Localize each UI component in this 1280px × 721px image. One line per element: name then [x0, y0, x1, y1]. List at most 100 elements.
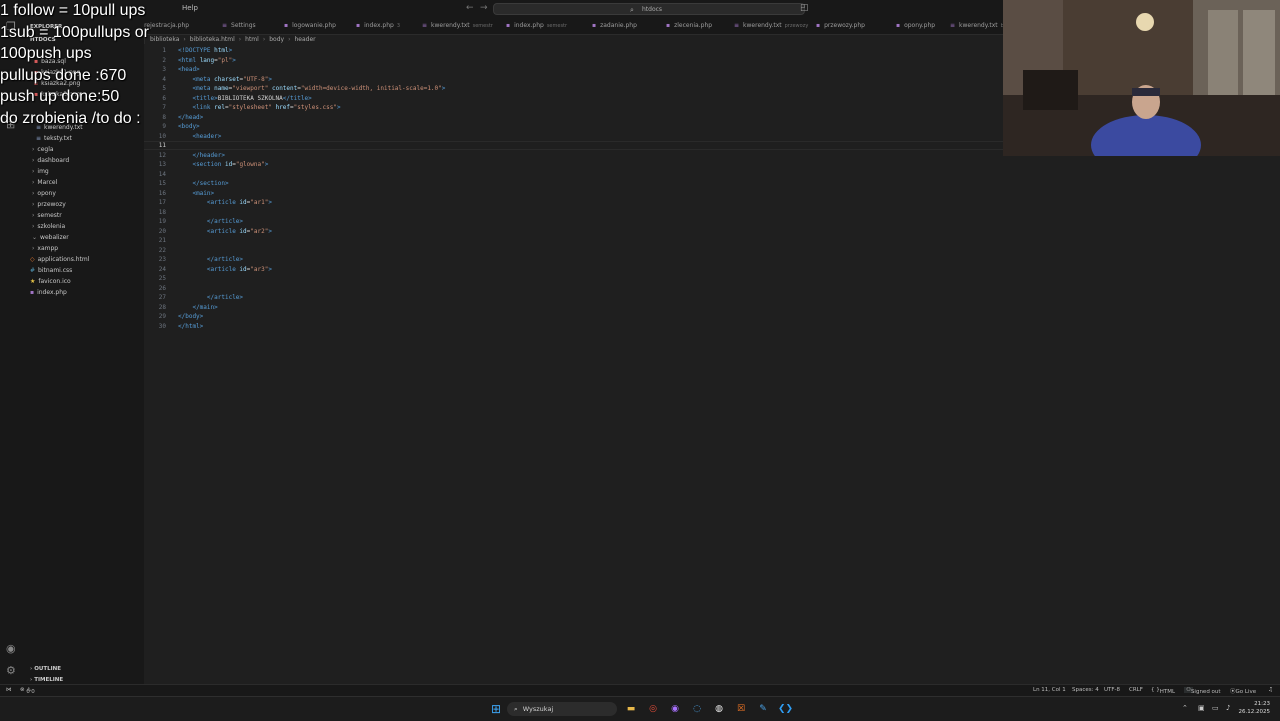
breadcrumb-item[interactable]: body	[269, 36, 284, 43]
line-number: 10	[158, 132, 166, 140]
forward-arrow-icon[interactable]: →	[480, 3, 488, 13]
code-line[interactable]: <article id="ar1">	[178, 199, 272, 206]
editor-tab[interactable]: ▪ przewozy.php	[816, 18, 865, 34]
code-line[interactable]: </head>	[178, 114, 203, 121]
tree-folder[interactable]: › img	[32, 168, 49, 175]
breadcrumb-item[interactable]: biblioteka.html	[190, 36, 235, 43]
end-of-line[interactable]: CRLF	[1129, 687, 1143, 693]
indentation[interactable]: Spaces: 4	[1072, 687, 1099, 693]
browser-icon[interactable]: ◌	[690, 702, 704, 716]
editor-tab[interactable]: ▪ zlecenia.php	[666, 18, 712, 34]
tree-folder[interactable]: › dashboard	[32, 157, 69, 164]
copilot-icon[interactable]: ◰	[800, 3, 809, 13]
code-token: href	[275, 104, 291, 111]
code-line[interactable]: <article id="ar3">	[178, 266, 272, 273]
remote-icon[interactable]: ⋈	[6, 687, 12, 693]
code-line[interactable]: </article>	[178, 218, 243, 225]
tree-file[interactable]: # bitnami.css	[30, 267, 72, 274]
chrome-icon[interactable]: ◎	[646, 702, 660, 716]
tree-folder[interactable]: › opony	[32, 190, 56, 197]
code-line[interactable]: <article id="ar2">	[178, 228, 272, 235]
code-token: lang	[199, 56, 215, 64]
tree-file[interactable]: ≡ teksty.txt	[36, 135, 72, 142]
go-live-button[interactable]: ⦿ Go Live	[1230, 687, 1256, 695]
code-line[interactable]: <section id="glowna">	[178, 161, 268, 168]
tree-file[interactable]: ▪ index.php	[30, 289, 67, 296]
vscode-icon[interactable]: ❮❯	[778, 702, 793, 716]
code-line[interactable]: </main>	[178, 304, 217, 311]
code-line[interactable]: <header>	[178, 133, 221, 140]
tree-folder[interactable]: › semestr	[32, 212, 62, 219]
windows-start-icon[interactable]: ⊞	[489, 702, 503, 716]
language-mode[interactable]: { } HTML	[1151, 687, 1175, 695]
account-icon[interactable]: ◉	[6, 642, 16, 655]
breadcrumb-item[interactable]: header	[294, 36, 315, 43]
editor-tab[interactable]: ▪ logowanie.php	[284, 18, 336, 34]
tree-folder[interactable]: › przewozy	[32, 201, 66, 208]
code-line[interactable]: </header>	[178, 152, 225, 159]
code-token: content	[271, 85, 298, 92]
tree-folder[interactable]: › Marcel	[32, 179, 57, 186]
code-line[interactable]: </article>	[178, 256, 243, 263]
editor-tab[interactable]: ≡ kwerendy.txt przewozy	[734, 18, 808, 34]
code-token: <body>	[178, 123, 200, 130]
taskbar-clock[interactable]: 21:23 26.12.2025	[1239, 701, 1271, 716]
editor-tab[interactable]: ▪ zadanie.php	[592, 18, 637, 34]
code-line[interactable]: <meta name="viewport" content="width=dev…	[178, 85, 445, 92]
network-icon[interactable]: ▭	[1212, 704, 1219, 712]
editor-tab[interactable]: ≡ Settings	[222, 18, 256, 34]
code-token: name	[214, 85, 229, 92]
back-arrow-icon[interactable]: ←	[466, 3, 474, 13]
code-line[interactable]: </body>	[178, 313, 203, 320]
notifications-bell-icon[interactable]: ♫	[1268, 687, 1273, 693]
code-line[interactable]: <link rel="stylesheet" href="styles.css"…	[178, 104, 340, 111]
tree-folder[interactable]: › cegla	[32, 146, 54, 153]
outline-section[interactable]: › OUTLINE	[30, 666, 61, 672]
timeline-section[interactable]: › TIMELINE	[30, 677, 63, 683]
taskbar-search[interactable]: ⌕ Wyszukaj	[507, 702, 617, 716]
code-line[interactable]: <!DOCTYPE html>	[178, 47, 232, 54]
code-line[interactable]: <title>BIBLIOTEKA SZKOLNA</title>	[178, 95, 311, 102]
code-line[interactable]: <head>	[178, 66, 200, 73]
editor-tab[interactable]: ≡ kwerendy.txt semestr	[422, 18, 493, 34]
breadcrumb-item[interactable]: html	[245, 36, 259, 43]
tree-file[interactable]: ◇ applications.html	[30, 256, 89, 263]
file-explorer-icon[interactable]: ▬	[624, 702, 638, 716]
code-line[interactable]: </section>	[178, 180, 228, 187]
code-line[interactable]: <body>	[178, 123, 200, 130]
editor-tab-bar: ▪rejestracja.php≡Settings▪logowanie.php▪…	[144, 18, 1004, 35]
obs-icon[interactable]: ◍	[712, 702, 726, 716]
code-line[interactable]: </html>	[178, 323, 203, 330]
editor-tab[interactable]: ▪ index.php semestr	[506, 18, 567, 34]
file-type-icon: ≡	[950, 22, 956, 29]
manage-gear-icon[interactable]: ⚙	[6, 664, 16, 677]
code-line[interactable]: <meta charset="UTF-8">	[178, 76, 272, 83]
editor-tab[interactable]: ▪ index.php 3	[356, 18, 400, 34]
editor-tab[interactable]: ≡kwerendy.txtbi	[950, 18, 1004, 34]
breadcrumb-separator: ›	[238, 36, 242, 43]
tray-app-icon[interactable]: ▣	[1198, 704, 1205, 712]
editor-tab[interactable]: ▪ opony.php	[896, 18, 935, 34]
cursor-position[interactable]: Ln 11, Col 1	[1033, 687, 1066, 693]
tray-chevron-icon[interactable]: ⌃	[1182, 704, 1188, 712]
tab-label: kwerendy.txt	[959, 22, 998, 29]
volume-icon[interactable]: ♪	[1226, 704, 1230, 712]
messenger-icon[interactable]: ◉	[668, 702, 682, 716]
tree-file[interactable]: ★ favicon.ico	[30, 278, 71, 285]
tree-folder[interactable]: ⌄ webalizer	[32, 234, 69, 241]
paint-icon[interactable]: ✎	[756, 702, 770, 716]
code-token: >	[268, 227, 272, 235]
encoding[interactable]: UTF-8	[1104, 687, 1120, 693]
command-center-search[interactable]: ⌕ htdocs	[493, 3, 805, 15]
xampp-icon[interactable]: ☒	[734, 702, 748, 716]
menu-help[interactable]: Help	[182, 4, 198, 12]
tree-folder[interactable]: › xampp	[32, 245, 58, 252]
code-line[interactable]: <main>	[178, 190, 214, 197]
tree-folder[interactable]: › szkolenia	[32, 223, 65, 230]
code-line[interactable]: </article>	[178, 294, 243, 301]
timeline-label: TIMELINE	[34, 677, 64, 683]
problems-indicator[interactable]: ⊗ 0 ⚠ 0	[20, 687, 35, 695]
line-number: 26	[158, 284, 166, 292]
code-line[interactable]: <html lang="pl">	[178, 57, 236, 64]
account-status[interactable]: ⚇ Signed out	[1184, 687, 1221, 695]
